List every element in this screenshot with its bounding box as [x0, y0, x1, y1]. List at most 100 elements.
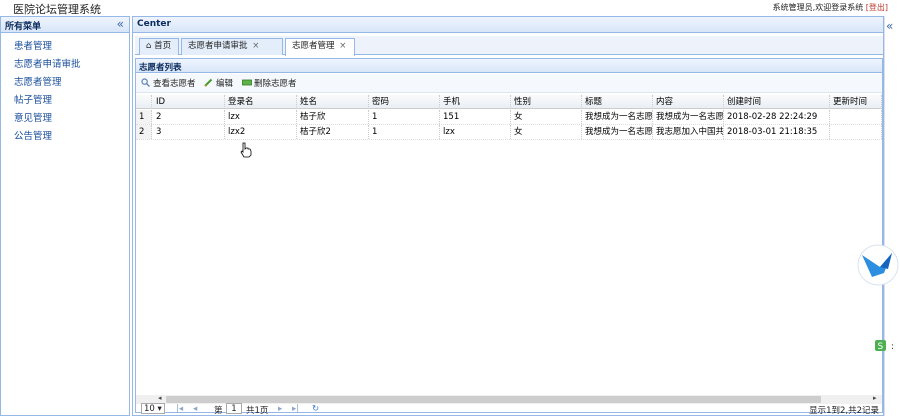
- sidebar-item-patient-management[interactable]: 患者管理: [1, 38, 129, 56]
- scroll-left-icon[interactable]: ◂: [158, 394, 162, 402]
- scrollbar-thumb[interactable]: [166, 396, 821, 403]
- page-prefix: 第: [214, 406, 223, 416]
- cell-password: 1: [369, 110, 440, 124]
- cell-content: 我想成为一名志愿者: [653, 110, 724, 124]
- svg-text::: :: [891, 342, 894, 352]
- cell-login: lzx2: [225, 125, 297, 139]
- cell-updated: [830, 110, 882, 124]
- tab-home[interactable]: ⌂ 首页: [139, 38, 179, 55]
- cell-name: 桔子欣2: [297, 125, 369, 139]
- blank-overlay: [451, 231, 565, 259]
- app-title: 医院论坛管理系统: [13, 3, 101, 16]
- tab-volunteer-approval[interactable]: 志愿者申请审批 ×: [181, 38, 283, 55]
- cell-created: 2018-03-01 21:18:35: [724, 125, 830, 139]
- pager-summary: 显示1到2,共2记录: [809, 406, 879, 416]
- page-total: 共1页: [246, 406, 269, 416]
- svg-text:S: S: [878, 342, 884, 352]
- delete-volunteer-label: 删除志愿者: [254, 79, 297, 89]
- prev-page-icon[interactable]: ◂: [193, 404, 197, 414]
- cell-title: 我想成为一名志愿者: [582, 110, 653, 124]
- cell-content: 我志愿加入中国共产: [653, 125, 724, 139]
- cell-login: lzx: [225, 110, 297, 124]
- column-header[interactable]: 性别: [511, 95, 582, 109]
- sidebar-item-feedback-management[interactable]: 意见管理: [1, 110, 129, 128]
- home-icon: ⌂: [146, 41, 152, 51]
- grid-toolbar: 查看志愿者 编辑 删除志愿者: [136, 74, 882, 93]
- sidebar: 所有菜单 « 患者管理 志愿者申请审批 志愿者管理 帖子管理 意见管理 公告管理: [0, 16, 130, 416]
- cell-phone: lzx: [440, 125, 511, 139]
- right-expand-icon[interactable]: «: [886, 19, 893, 33]
- volunteer-list-header: 志愿者列表: [136, 59, 882, 73]
- sidebar-item-post-management[interactable]: 帖子管理: [1, 92, 129, 110]
- page-size-select[interactable]: 10 ▾: [141, 403, 165, 414]
- delete-volunteer-button[interactable]: 删除志愿者: [242, 77, 297, 89]
- sidebar-menu: 患者管理 志愿者申请审批 志愿者管理 帖子管理 意见管理 公告管理: [1, 33, 129, 146]
- top-bar: 医院论坛管理系统 系统管理员,欢迎登录系统 [登出]: [0, 0, 900, 16]
- search-icon: [141, 78, 150, 87]
- cell-id: 2: [153, 110, 225, 124]
- bird-icon[interactable]: [854, 243, 900, 287]
- main-panel: Center ⌂ 首页 志愿者申请审批 × 志愿者管理 × 志愿者列表 查看志愿…: [132, 16, 884, 416]
- table-row[interactable]: 2 3 lzx2 桔子欣2 1 lzx 女 我想成为一名志愿者 我志愿加入中国共…: [136, 125, 882, 140]
- right-panel-strip: [884, 16, 900, 416]
- cell-gender: 女: [511, 110, 582, 124]
- edit-button[interactable]: 编辑: [204, 77, 233, 89]
- volunteer-list-title: 志愿者列表: [139, 63, 182, 73]
- row-number: 2: [136, 125, 152, 139]
- row-number-header: [136, 95, 152, 109]
- page-number-input[interactable]: 1: [226, 403, 242, 414]
- column-header[interactable]: 创建时间: [724, 95, 830, 109]
- sidebar-title: 所有菜单: [5, 22, 42, 32]
- tab-bar: ⌂ 首页 志愿者申请审批 × 志愿者管理 ×: [135, 36, 883, 56]
- close-icon[interactable]: ×: [339, 41, 346, 51]
- tab-home-label: 首页: [154, 41, 172, 51]
- cell-id: 3: [153, 125, 225, 139]
- next-page-icon[interactable]: ▸: [278, 404, 282, 414]
- edit-label: 编辑: [216, 79, 234, 89]
- sidebar-header: 所有菜单 «: [1, 17, 129, 33]
- grid-header: ID 登录名 姓名 密码 手机 性别 标题 内容 创建时间 更新时间: [136, 95, 882, 109]
- main-header: Center: [133, 17, 883, 33]
- delete-icon: [242, 78, 252, 87]
- tab-volunteer-management-label: 志愿者管理: [292, 41, 335, 51]
- table-row[interactable]: 1 2 lzx 桔子欣 1 151 女 我想成为一名志愿者 我想成为一名志愿者 …: [136, 110, 882, 125]
- refresh-icon[interactable]: ↻: [312, 404, 319, 414]
- share-widget-icon[interactable]: S :: [874, 339, 900, 353]
- cell-updated: [830, 125, 882, 139]
- sidebar-collapse-icon[interactable]: «: [117, 17, 124, 31]
- tab-volunteer-management[interactable]: 志愿者管理 ×: [285, 38, 355, 56]
- cell-created: 2018-02-28 22:24:29: [724, 110, 830, 124]
- logout-link[interactable]: [登出]: [866, 3, 888, 12]
- tab-volunteer-approval-label: 志愿者申请审批: [188, 41, 248, 51]
- scroll-right-icon[interactable]: ▸: [873, 394, 877, 402]
- column-header[interactable]: 密码: [369, 95, 440, 109]
- column-header[interactable]: ID: [153, 95, 225, 109]
- column-header[interactable]: 姓名: [297, 95, 369, 109]
- user-info: 系统管理员,欢迎登录系统 [登出]: [773, 2, 888, 13]
- sidebar-item-volunteer-approval[interactable]: 志愿者申请审批: [1, 56, 129, 74]
- cell-phone: 151: [440, 110, 511, 124]
- hand-cursor-icon: [240, 142, 252, 158]
- cell-password: 1: [369, 125, 440, 139]
- cell-name: 桔子欣: [297, 110, 369, 124]
- close-icon[interactable]: ×: [252, 41, 259, 51]
- pagination-bar: 10 ▾ |◂ ◂ 第 1 共1页 ▸ ▸| ↻ 显示1到2,共2记录: [136, 403, 882, 416]
- sidebar-item-notice-management[interactable]: 公告管理: [1, 128, 129, 146]
- column-header[interactable]: 标题: [582, 95, 653, 109]
- column-header[interactable]: 内容: [653, 95, 724, 109]
- cell-title: 我想成为一名志愿者: [582, 125, 653, 139]
- cell-gender: 女: [511, 125, 582, 139]
- view-volunteer-button[interactable]: 查看志愿者: [141, 77, 196, 89]
- first-page-icon[interactable]: |◂: [176, 404, 183, 414]
- row-number: 1: [136, 110, 152, 124]
- sidebar-item-volunteer-management[interactable]: 志愿者管理: [1, 74, 129, 92]
- pencil-icon: [204, 78, 213, 87]
- main-title: Center: [137, 19, 171, 29]
- column-header[interactable]: 手机: [440, 95, 511, 109]
- horizontal-scrollbar[interactable]: ◂ ▸: [136, 394, 882, 404]
- welcome-text: 系统管理员,欢迎登录系统: [772, 3, 864, 12]
- column-header[interactable]: 更新时间: [830, 95, 882, 109]
- column-header[interactable]: 登录名: [225, 95, 297, 109]
- last-page-icon[interactable]: ▸|: [292, 404, 299, 414]
- view-volunteer-label: 查看志愿者: [153, 79, 196, 89]
